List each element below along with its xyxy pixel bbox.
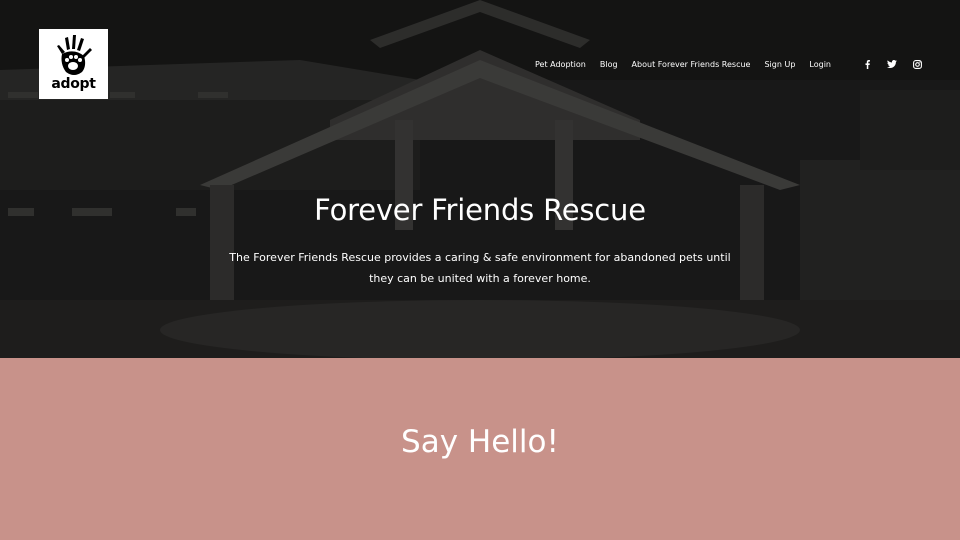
hero-dark-overlay	[0, 0, 960, 358]
logo[interactable]: adopt	[39, 29, 108, 99]
instagram-icon[interactable]	[912, 59, 922, 69]
nav-item-blog[interactable]: Blog	[600, 60, 618, 69]
hero-section	[0, 0, 960, 358]
main-nav: Pet Adoption Blog About Forever Friends …	[521, 56, 922, 72]
nav-item-about[interactable]: About Forever Friends Rescue	[632, 60, 751, 69]
say-hello-title: Say Hello!	[401, 424, 559, 460]
hero-description: The Forever Friends Rescue provides a ca…	[229, 251, 731, 285]
say-hello-section: Say Hello!	[0, 358, 960, 540]
social-links	[847, 59, 922, 69]
nav-item-login[interactable]: Login	[809, 60, 831, 69]
hero-title: Forever Friends Rescue	[314, 193, 646, 227]
handprint-paw-icon	[56, 35, 92, 75]
nav-item-sign-up[interactable]: Sign Up	[764, 60, 795, 69]
twitter-icon[interactable]	[887, 59, 897, 69]
logo-text: adopt	[51, 76, 96, 92]
nav-item-pet-adoption[interactable]: Pet Adoption	[535, 60, 586, 69]
facebook-icon[interactable]	[862, 59, 872, 69]
